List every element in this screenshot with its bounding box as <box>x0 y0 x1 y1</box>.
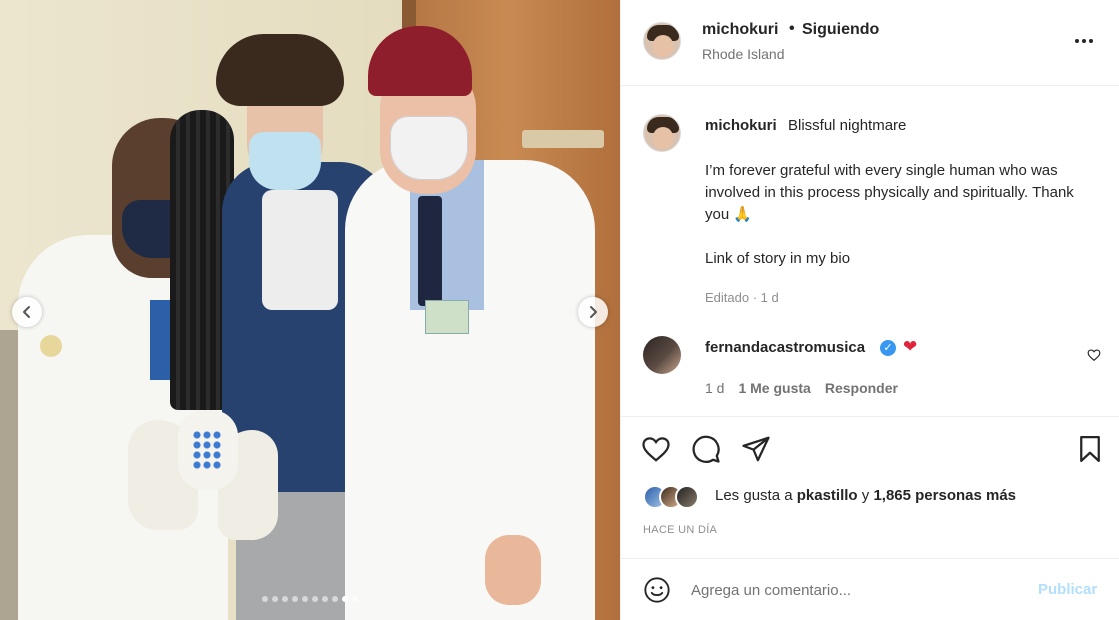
carousel-prev-button[interactable] <box>12 297 42 327</box>
caption-username[interactable]: michokuri <box>705 117 777 134</box>
post-time-ago[interactable]: HACE UN DÍA <box>643 524 717 536</box>
carousel-dot <box>262 596 268 602</box>
caption-paragraph: I’m forever grateful with every single h… <box>705 162 1074 223</box>
caption-body: I’m forever grateful with every single h… <box>705 160 1095 292</box>
likes-summary: Les gusta a pkastillo y 1,865 personas m… <box>715 487 1016 504</box>
likes-count[interactable]: 1,865 personas más <box>873 487 1016 504</box>
doctor-mask <box>390 116 468 180</box>
photo-door-plate <box>522 130 604 148</box>
more-options-icon[interactable] <box>1075 34 1099 48</box>
carousel-dot <box>292 596 298 602</box>
verified-badge-icon: ✓ <box>880 340 896 356</box>
reply-button[interactable]: Responder <box>825 380 898 396</box>
bookmark-icon[interactable] <box>1075 434 1105 464</box>
man-shirt <box>262 190 338 310</box>
heart-outline-icon[interactable] <box>641 434 671 464</box>
emoji-smile-icon[interactable] <box>643 576 671 604</box>
paper-plane-icon[interactable] <box>741 434 771 464</box>
carousel-indicator <box>0 596 620 602</box>
caption-title: Blissful nightmare <box>788 117 907 134</box>
carousel-dot <box>342 596 348 602</box>
comment-time[interactable]: 1 d <box>705 380 724 396</box>
header-separator: • <box>789 20 795 37</box>
pelvis-screws <box>192 430 222 470</box>
pelvis-model <box>108 410 288 570</box>
following-button[interactable]: Siguiendo <box>802 21 879 39</box>
carousel-dot <box>282 596 288 602</box>
caption-edited-time: Editado · 1 d <box>705 290 779 305</box>
liker-avatar <box>675 485 699 509</box>
comment-likes[interactable]: 1 Me gusta <box>738 380 810 396</box>
post-side-panel: michokuri • Siguiendo Rhode Island micho… <box>620 0 1119 620</box>
author-avatar[interactable] <box>643 22 681 60</box>
commenter-username[interactable]: fernandacastromusica <box>705 339 865 356</box>
comment-like-heart-icon[interactable] <box>1087 348 1101 362</box>
caption-avatar[interactable] <box>643 114 681 152</box>
post-photo[interactable] <box>0 0 620 620</box>
carousel-next-button[interactable] <box>578 297 608 327</box>
author-username[interactable]: michokuri <box>702 21 778 39</box>
man-hair <box>216 34 344 106</box>
chevron-left-icon <box>23 306 30 318</box>
carousel-dot <box>322 596 328 602</box>
man-mask <box>249 132 321 190</box>
doctor-id-badge <box>425 300 469 334</box>
liker-username[interactable]: pkastillo <box>797 487 858 504</box>
carousel-dot <box>312 596 318 602</box>
actions-divider <box>621 416 1119 417</box>
publish-button[interactable]: Publicar <box>1038 581 1097 598</box>
doctor-tie <box>418 196 442 306</box>
likes-prefix: Les gusta a <box>715 487 793 504</box>
carousel-dot <box>352 596 358 602</box>
comment-bubble-icon[interactable] <box>691 434 721 464</box>
commenter-avatar[interactable] <box>643 336 681 374</box>
add-comment-bar: Publicar <box>621 558 1119 620</box>
comment-input[interactable] <box>691 577 1021 603</box>
carousel-dot <box>302 596 308 602</box>
caption-paragraph: Link of story in my bio <box>705 250 851 267</box>
chevron-right-icon <box>590 306 597 318</box>
coat-patch <box>40 335 62 357</box>
likes-conjunction: y <box>861 487 870 504</box>
post-location[interactable]: Rhode Island <box>702 46 785 62</box>
post-header: michokuri • Siguiendo Rhode Island <box>621 0 1119 86</box>
comment-meta: 1 d 1 Me gusta Responder <box>705 380 898 396</box>
carousel-dot <box>272 596 278 602</box>
carousel-dot <box>332 596 338 602</box>
doctor-hand <box>485 535 541 605</box>
red-heart-emoji: ❤ <box>903 337 918 356</box>
